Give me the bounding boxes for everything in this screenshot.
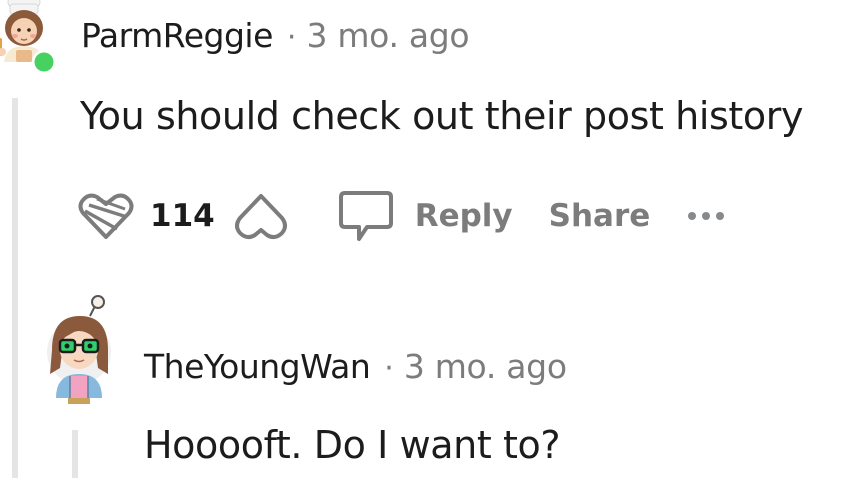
username[interactable]: TheYoungWan [144, 350, 371, 383]
online-status-icon [32, 50, 56, 74]
share-label: Share [548, 198, 651, 234]
vote-count: 114 [150, 198, 215, 234]
reply-button[interactable]: Reply [337, 187, 513, 245]
upvote-button[interactable] [74, 186, 138, 246]
thread-line-nested[interactable] [72, 430, 78, 478]
comment-bubble-icon [338, 191, 393, 241]
downvote-icon [234, 194, 287, 240]
share-button[interactable]: Share [549, 198, 651, 234]
more-options-button[interactable] [688, 196, 730, 236]
meta-separator: · [384, 351, 394, 386]
comment-action-bar: 114 Reply Share [74, 186, 730, 246]
avatar-parmreggie[interactable] [0, 0, 58, 76]
username[interactable]: ParmReggie [81, 19, 273, 52]
timestamp[interactable]: 3 mo. ago [306, 19, 469, 52]
comment-header: ParmReggie · 3 mo. ago [81, 19, 470, 55]
timestamp[interactable]: 3 mo. ago [404, 350, 567, 383]
comment-body: You should check out their post history [80, 94, 804, 138]
downvote-button[interactable] [229, 186, 293, 246]
comment-header: TheYoungWan · 3 mo. ago [144, 350, 567, 384]
thread-line[interactable] [12, 98, 18, 478]
more-dots-icon [688, 212, 697, 220]
upvote-icon [78, 193, 134, 239]
comment-body: Hooooft. Do I want to? [144, 423, 561, 467]
reply-label: Reply [414, 198, 513, 234]
avatar-theyoungwan[interactable] [34, 294, 124, 412]
comment-thread: ParmReggie · 3 mo. ago You should check … [0, 0, 860, 478]
meta-separator: · [286, 20, 297, 55]
